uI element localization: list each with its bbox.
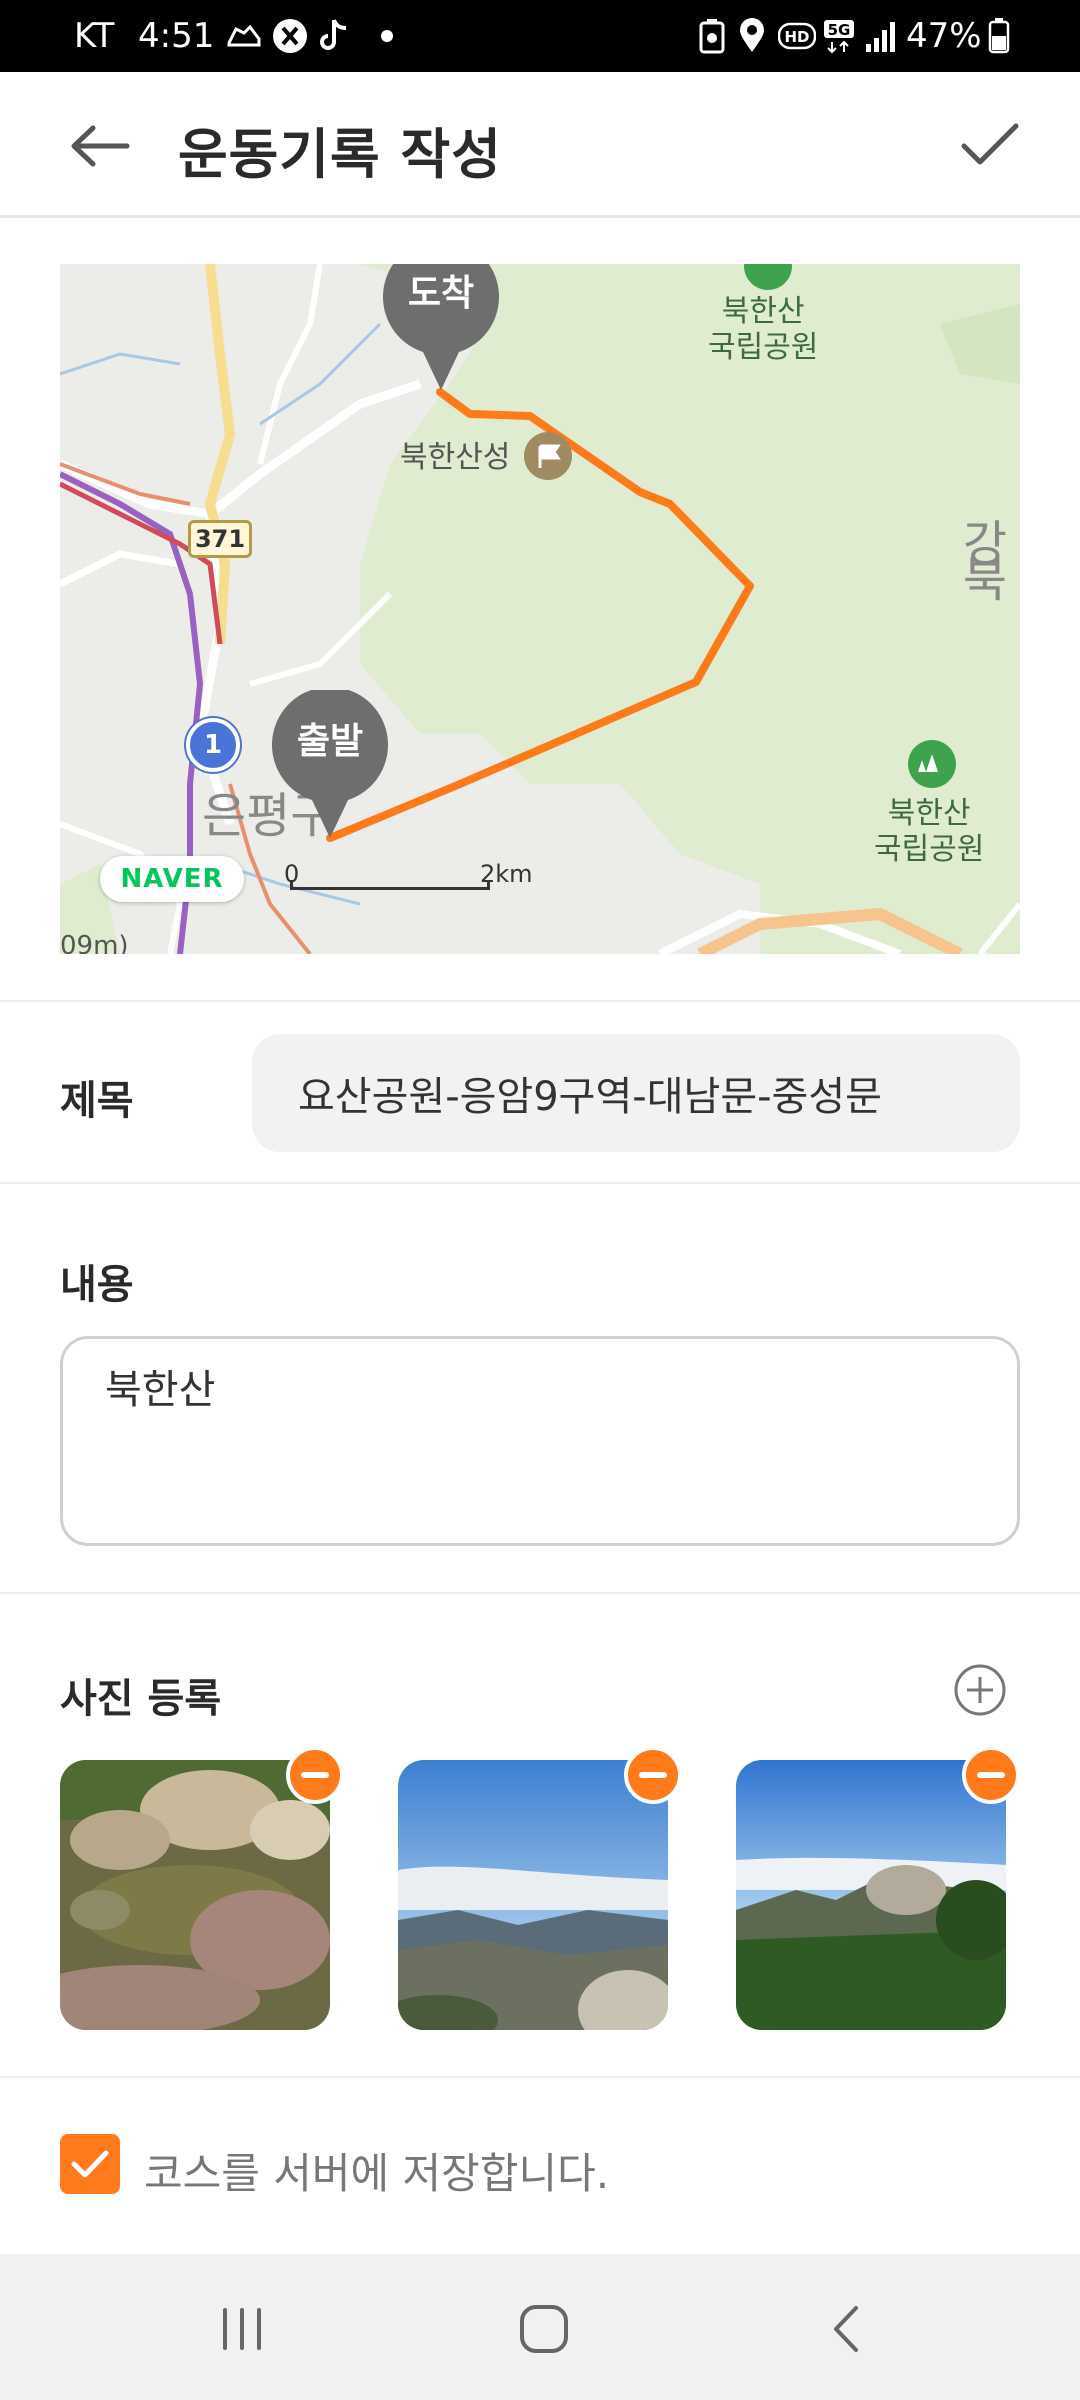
back-button[interactable]	[60, 116, 140, 176]
minus-icon	[639, 1772, 667, 1778]
park-label-top-line1: 북한산	[721, 294, 805, 329]
add-photo-button[interactable]	[950, 1660, 1010, 1720]
hd-voice-icon: HD	[778, 18, 816, 54]
park-label-bottom-line1: 북한산	[887, 796, 971, 831]
photo-thumbnail[interactable]	[398, 1760, 668, 2030]
status-bar: KT 4:51 HD 5G 47%	[0, 0, 1080, 72]
battery-saver-icon	[698, 18, 726, 54]
remove-photo-button[interactable]	[624, 1746, 682, 1804]
road-shield-371: 371	[188, 520, 252, 558]
carrier-text: KT	[74, 16, 115, 56]
chevron-left-icon	[834, 2306, 858, 2352]
arrival-marker[interactable]: 도착	[381, 264, 501, 392]
title-input[interactable]: 요산공원-응암9구역-대남문-중성문	[252, 1034, 1020, 1152]
app-bar: 운동기록 작성	[0, 72, 1080, 218]
minus-icon	[301, 1772, 329, 1778]
photo-thumbnail[interactable]	[60, 1760, 330, 2030]
location-icon	[738, 18, 766, 54]
divider	[0, 1592, 1080, 1594]
route-marker-1: 1	[186, 718, 240, 772]
recent-apps-button[interactable]	[202, 2294, 282, 2364]
title-label: 제목	[60, 1078, 134, 1124]
map-edge-label: 09m)	[60, 931, 129, 954]
park-label-top: 북한산 국립공원	[708, 294, 818, 366]
running-shoe-icon	[226, 18, 262, 54]
minus-icon	[977, 1772, 1005, 1778]
checkmark-icon	[961, 123, 1019, 165]
page-title: 운동기록 작성	[178, 123, 502, 186]
divider	[0, 1182, 1080, 1184]
divider	[0, 1000, 1080, 1002]
map-scale: 0 2km	[284, 860, 533, 894]
remove-photo-button[interactable]	[286, 1746, 344, 1804]
scale-end: 2km	[480, 860, 533, 888]
district-label-right: 강북	[962, 516, 1008, 608]
signal-icon	[864, 18, 898, 54]
arrow-left-icon	[71, 125, 130, 167]
notification-dot-icon	[380, 18, 394, 54]
divider	[0, 2076, 1080, 2078]
remove-photo-button[interactable]	[962, 1746, 1020, 1804]
photo-city-view	[398, 1760, 668, 2030]
scale-start: 0	[284, 860, 300, 888]
clock-text: 4:51	[138, 16, 215, 56]
confirm-button[interactable]	[950, 112, 1030, 178]
home-button[interactable]	[504, 2294, 584, 2364]
photo-label: 사진 등록	[60, 1676, 222, 1722]
save-course-checkbox[interactable]	[60, 2134, 120, 2194]
5g-icon: 5G	[822, 18, 858, 54]
photo-rocks-stream	[60, 1760, 330, 2030]
departure-marker[interactable]: 출발	[270, 690, 390, 840]
hd-text: HD	[784, 28, 809, 46]
photo-thumbnail[interactable]	[736, 1760, 1006, 2030]
home-icon	[520, 2305, 568, 2353]
tiktok-icon	[318, 18, 350, 54]
battery-percent: 47%	[906, 16, 982, 56]
plus-circle-icon	[954, 1664, 1006, 1716]
x-app-icon	[272, 18, 308, 54]
park-label-bottom: 북한산 국립공원	[874, 796, 984, 868]
network-text: 5G	[828, 21, 851, 39]
checkmark-icon	[71, 2150, 109, 2178]
arrival-marker-label: 도착	[407, 273, 475, 314]
scale-bar	[290, 880, 490, 890]
park-label-top-line2: 국립공원	[708, 330, 819, 365]
recent-apps-icon	[223, 2308, 261, 2350]
park-label-bottom-line2: 국립공원	[874, 832, 985, 867]
system-nav-bar	[0, 2254, 1080, 2400]
save-course-label[interactable]: 코스를 서버에 저장합니다.	[144, 2140, 609, 2201]
departure-marker-label: 출발	[296, 721, 364, 762]
photo-mountain-peak	[736, 1760, 1006, 2030]
fortress-label: 북한산성	[400, 440, 511, 475]
content-textarea[interactable]: 북한산	[60, 1336, 1020, 1546]
naver-logo: NAVER	[100, 856, 244, 902]
system-back-button[interactable]	[806, 2294, 886, 2364]
route-map[interactable]: 북한산 국립공원 북한산 국립공원 북한산성 강북 은평구 09m) 371 1…	[60, 264, 1020, 954]
battery-icon	[988, 18, 1010, 54]
content-label: 내용	[60, 1262, 134, 1308]
